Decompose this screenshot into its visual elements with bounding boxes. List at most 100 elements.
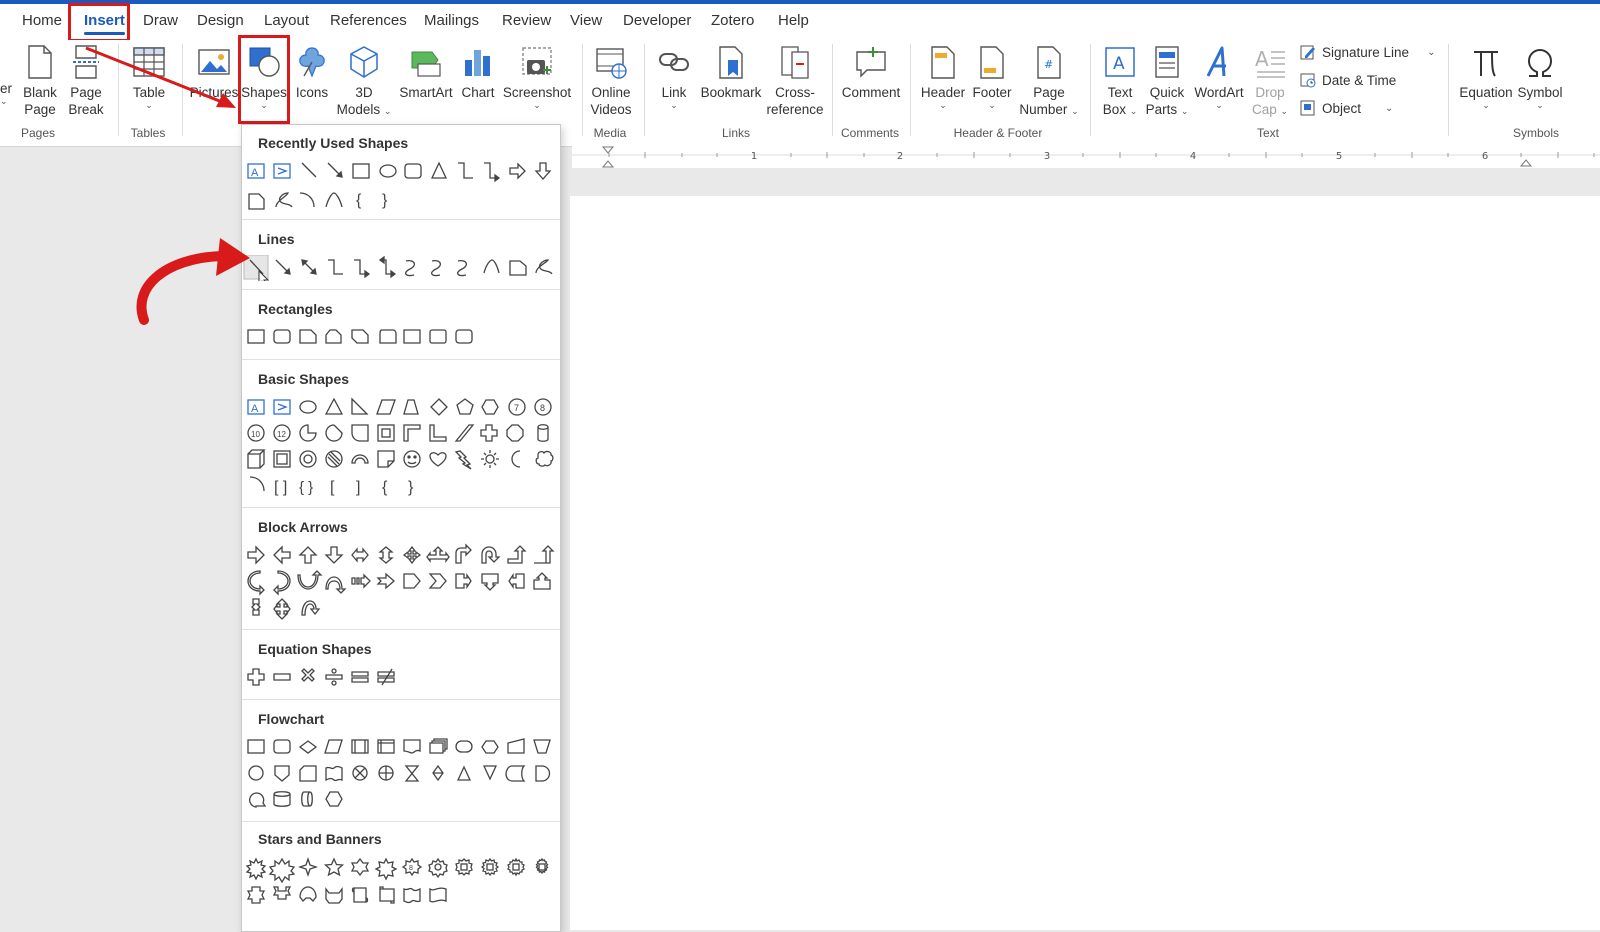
document-shape-icon[interactable] <box>403 739 421 754</box>
off-page-connector-shape-icon[interactable] <box>274 765 290 782</box>
footer-button[interactable]: Footer ⌄ <box>968 40 1016 110</box>
down-arrow-shape-icon[interactable] <box>534 162 552 180</box>
5-point-star-shape-icon[interactable] <box>323 857 345 877</box>
elbow-connector-shape-icon[interactable] <box>328 259 343 275</box>
tab-developer[interactable]: Developer <box>623 12 691 29</box>
right-arrow-shape-icon[interactable] <box>509 162 526 180</box>
double-brace-shape-icon[interactable]: { } <box>299 479 313 496</box>
snip-corner-rectangle-shape-icon[interactable] <box>299 329 317 344</box>
right-brace-shape-icon[interactable]: } <box>382 192 388 209</box>
trapezoid-shape-icon[interactable] <box>403 399 419 415</box>
12-point-star-shape-icon[interactable] <box>455 858 473 876</box>
not-equal-shape-icon[interactable] <box>377 668 395 686</box>
process-shape-icon[interactable] <box>247 739 265 754</box>
donut-shape-icon[interactable] <box>299 450 317 468</box>
snip-round-rectangle-shape-icon[interactable] <box>379 329 397 344</box>
tab-zotero[interactable]: Zotero <box>711 12 754 29</box>
round-single-corner-rectangle-shape-icon[interactable] <box>403 329 421 344</box>
7-point-star-shape-icon[interactable] <box>374 857 398 881</box>
textbox-shape-icon[interactable]: A <box>247 399 265 415</box>
heart-shape-icon[interactable] <box>429 452 447 467</box>
moon-shape-icon[interactable] <box>511 450 521 468</box>
collate-shape-icon[interactable] <box>404 765 420 782</box>
cloud-shape-icon[interactable] <box>535 450 554 467</box>
header-button[interactable]: Header ⌄ <box>918 40 968 110</box>
wave-shape-icon[interactable] <box>403 887 421 904</box>
explosion-1-shape-icon[interactable] <box>245 857 267 881</box>
chevron-shape-icon[interactable] <box>428 573 447 589</box>
left-brace-shape-icon[interactable]: { <box>382 479 388 496</box>
heptagon-shape-icon[interactable]: 7 <box>508 398 526 416</box>
decision-shape-icon[interactable] <box>298 740 318 754</box>
terminator-shape-icon[interactable] <box>455 740 473 753</box>
right-triangle-shape-icon[interactable] <box>351 397 369 415</box>
tab-help[interactable]: Help <box>778 12 809 29</box>
tab-home[interactable]: Home <box>22 12 62 29</box>
block-arc-shape-icon[interactable] <box>351 454 369 464</box>
u-turn-arrow-shape-icon[interactable] <box>481 546 501 564</box>
tab-references[interactable]: References <box>330 12 407 29</box>
hexagon-shape-icon[interactable] <box>481 399 499 415</box>
right-brace-shape-icon[interactable]: } <box>408 479 414 496</box>
bookmark-button[interactable]: Bookmark <box>700 40 762 101</box>
horizontal-ruler[interactable]: 1 2 3 4 5 6 <box>572 146 1600 168</box>
connector-shape-icon[interactable] <box>248 765 264 781</box>
equation-button[interactable]: Equation ⌄ <box>1456 40 1516 110</box>
chart-button[interactable]: Chart <box>458 40 498 101</box>
manual-input-shape-icon[interactable] <box>507 738 525 754</box>
left-right-arrow-shape-icon[interactable] <box>351 547 369 563</box>
ribbon-tilted-up-shape-icon[interactable] <box>246 886 266 904</box>
left-bracket-shape-icon[interactable]: [ <box>330 479 335 496</box>
division-shape-icon[interactable] <box>325 668 343 686</box>
double-wave-shape-icon[interactable] <box>429 887 447 903</box>
pictures-button[interactable]: Pictures <box>190 40 238 101</box>
can-shape-icon[interactable] <box>537 424 549 442</box>
up-arrow-shape-icon[interactable] <box>298 546 318 564</box>
round-diagonal-rectangle-shape-icon[interactable] <box>455 329 473 344</box>
4-point-star-shape-icon[interactable] <box>297 856 319 878</box>
round-same-side-rectangle-shape-icon[interactable] <box>429 329 447 344</box>
cross-reference-button[interactable]: Cross- reference <box>764 40 826 118</box>
scribble-shape-icon[interactable] <box>535 259 553 275</box>
vertical-scroll-shape-icon[interactable] <box>351 887 369 903</box>
smartart-button[interactable]: SmartArt <box>398 40 454 101</box>
plaque-shape-icon[interactable] <box>506 424 524 442</box>
manual-operation-shape-icon[interactable] <box>533 739 551 754</box>
quad-arrow-callout-shape-icon[interactable] <box>273 598 291 620</box>
16-point-star-shape-icon[interactable] <box>480 857 500 877</box>
6-point-star-shape-icon[interactable] <box>350 857 370 877</box>
8-point-star-shape-icon[interactable]: 8 <box>401 857 423 877</box>
tab-design[interactable]: Design <box>197 12 244 29</box>
smiley-face-shape-icon[interactable] <box>403 450 421 468</box>
24-point-star-shape-icon[interactable] <box>507 857 525 877</box>
scribble-shape-icon[interactable] <box>275 192 293 208</box>
multidocument-shape-icon[interactable] <box>429 738 448 754</box>
freeform-shape-icon[interactable] <box>509 260 527 276</box>
vertical-textbox-shape-icon[interactable] <box>273 163 291 179</box>
curved-right-arrow-shape-icon[interactable] <box>247 570 265 596</box>
predefined-process-shape-icon[interactable] <box>351 739 369 754</box>
icons-button[interactable]: Icons <box>292 40 332 101</box>
arc-shape-icon[interactable] <box>299 192 315 208</box>
left-arrow-shape-icon[interactable] <box>273 545 291 565</box>
oval-shape-icon[interactable] <box>299 400 317 414</box>
screenshot-button[interactable]: Screenshot ⌄ <box>503 40 571 110</box>
alternate-process-shape-icon[interactable] <box>273 739 291 754</box>
page-number-button[interactable]: # Page Number ⌄ <box>1018 40 1080 118</box>
blank-page-button[interactable]: Blank Page <box>20 40 60 118</box>
frame-shape-icon[interactable] <box>377 424 395 442</box>
symbol-button[interactable]: Symbol ⌄ <box>1516 40 1564 110</box>
diamond-shape-icon[interactable] <box>430 398 448 416</box>
pentagon-shape-icon[interactable] <box>456 398 474 415</box>
explosion-2-shape-icon[interactable] <box>268 857 296 884</box>
curved-down-arrow-shape-icon[interactable] <box>325 576 347 594</box>
curve-shape-icon[interactable] <box>483 259 500 274</box>
sort-shape-icon[interactable] <box>432 764 444 782</box>
right-bracket-shape-icon[interactable]: ] <box>356 479 360 496</box>
cross-shape-icon[interactable] <box>480 424 498 442</box>
isosceles-triangle-shape-icon[interactable] <box>324 397 344 415</box>
tab-view[interactable]: View <box>570 12 602 29</box>
down-arrow-callout-shape-icon[interactable] <box>481 573 499 591</box>
down-arrow-shape-icon[interactable] <box>324 546 344 564</box>
double-arrow-line-shape-icon[interactable] <box>301 259 317 275</box>
